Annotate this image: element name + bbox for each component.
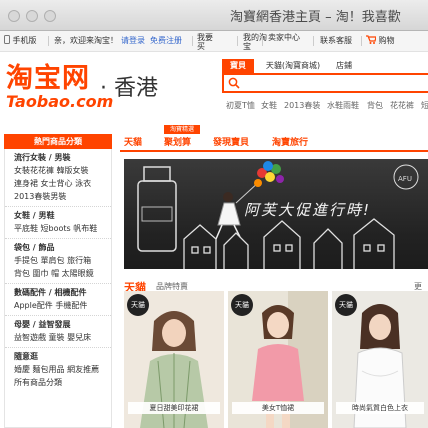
- support-link[interactable]: 联系客服: [320, 31, 352, 51]
- hot-keyword[interactable]: 花花裤: [390, 100, 414, 111]
- tmall-badge: 天貓: [127, 294, 149, 316]
- zoom-window-button[interactable]: [44, 10, 56, 22]
- seller-center-menu[interactable]: 卖家中心: [268, 33, 300, 42]
- category-group: 數碼配件 / 相機配件 Apple配件 手機配件: [5, 284, 111, 316]
- cart-link[interactable]: 购物: [366, 31, 395, 51]
- category-title[interactable]: 女鞋 / 男鞋: [14, 210, 111, 222]
- register-link[interactable]: 免费注册: [150, 31, 182, 51]
- taobao-logo[interactable]: 淘宝网 Taobao.com: [6, 64, 113, 110]
- category-links[interactable]: 益智遊戲 童裝 嬰兒床: [14, 331, 111, 344]
- category-title[interactable]: 數碼配件 / 相機配件: [14, 287, 111, 299]
- hot-keyword[interactable]: 初夏T恤: [226, 100, 255, 111]
- banner-text: 阿芙大促進行時!: [244, 201, 372, 219]
- category-title[interactable]: 袋包 / 飾品: [14, 242, 111, 254]
- buy-menu[interactable]: 我要买: [197, 33, 213, 51]
- cart-icon: [366, 35, 377, 44]
- close-window-button[interactable]: [8, 10, 20, 22]
- nav-tmall[interactable]: 天貓: [124, 135, 142, 148]
- login-link[interactable]: 请登录: [121, 31, 145, 51]
- site-top-bar: 手机版 亲，欢迎来淘宝！ 请登录 免费注册 我要买 我的淘宝 卖家中心 联系客服…: [0, 31, 428, 52]
- mobile-link-label: 手机版: [12, 36, 37, 45]
- category-links[interactable]: 所有商品分類: [14, 376, 111, 389]
- nav-juhuasuan[interactable]: 聚划算: [164, 135, 191, 148]
- search-input[interactable]: [222, 73, 428, 93]
- category-group: 隨意逛 婚慶 麵包用品 網友推薦 所有商品分類: [5, 348, 111, 392]
- product-card[interactable]: 天貓 夏日甜美印花裙: [124, 291, 224, 428]
- product-card[interactable]: 天貓 美女T恤裙: [228, 291, 328, 428]
- category-title[interactable]: 流行女裝 / 男裝: [14, 152, 111, 164]
- category-sidebar: 流行女裝 / 男裝 女裝花花褲 韓版女裝 連身裙 女士背心 泳衣 2013春裝男…: [4, 149, 112, 428]
- category-title[interactable]: 隨意逛: [14, 351, 111, 363]
- category-links[interactable]: 2013春裝男裝: [14, 190, 111, 203]
- search-tab-shops[interactable]: 店鋪: [330, 59, 358, 73]
- logo-chinese: 淘宝网: [6, 63, 90, 94]
- category-group: 袋包 / 飾品 手提包 單肩包 旅行箱 背包 圍巾 帽 太陽眼鏡: [5, 239, 111, 284]
- category-header: 熱門商品分類: [4, 134, 112, 149]
- tmall-badge: 天貓: [335, 294, 357, 316]
- minimize-window-button[interactable]: [26, 10, 38, 22]
- product-label: 夏日甜美印花裙: [128, 402, 220, 414]
- nav-travel[interactable]: 淘寶旅行: [272, 135, 308, 148]
- category-links[interactable]: 女裝花花褲 韓版女裝: [14, 164, 111, 177]
- hot-keyword[interactable]: 背包: [367, 100, 383, 111]
- logo-english: Taobao.com: [6, 92, 114, 111]
- tmall-badge: 天貓: [231, 294, 253, 316]
- hot-keyword[interactable]: 水鞋雨鞋: [327, 100, 359, 111]
- category-links[interactable]: 連身裙 女士背心 泳衣: [14, 177, 111, 190]
- search-icon: [228, 77, 240, 89]
- category-links[interactable]: Apple配件 手機配件: [14, 299, 111, 312]
- category-group: 母嬰 / 益智發展 益智遊戲 童裝 嬰兒床: [5, 316, 111, 348]
- svg-text:AFU: AFU: [398, 175, 412, 183]
- hot-keyword[interactable]: 2013春装: [284, 100, 320, 111]
- nav-discover[interactable]: 發現寶貝: [213, 135, 249, 148]
- window-titlebar: 淘寶網香港主頁 – 淘！我喜歡: [0, 0, 428, 31]
- window-title: 淘寶網香港主頁 – 淘！我喜歡: [230, 10, 401, 25]
- search-tab-items[interactable]: 寶貝: [222, 59, 254, 73]
- search-tab-tmall[interactable]: 天貓(淘寶商城): [258, 59, 328, 73]
- category-title[interactable]: 母嬰 / 益智發展: [14, 319, 111, 331]
- mobile-link[interactable]: 手机版: [4, 31, 37, 51]
- nav-divider: [120, 150, 428, 152]
- phone-icon: [4, 35, 10, 44]
- category-group: 流行女裝 / 男裝 女裝花花褲 韓版女裝 連身裙 女士背心 泳衣 2013春裝男…: [5, 149, 111, 207]
- hot-keyword[interactable]: 短: [421, 100, 428, 111]
- product-label: 美女T恤裙: [232, 402, 324, 414]
- cart-label: 购物: [378, 36, 395, 45]
- product-label: 時尚氣質白色上衣: [336, 402, 424, 414]
- promo-banner[interactable]: AFU 阿芙大促進行時!: [124, 159, 428, 269]
- category-links[interactable]: 婚慶 麵包用品 網友推薦: [14, 363, 111, 376]
- my-taobao-menu[interactable]: 我的淘宝: [243, 33, 267, 51]
- category-links[interactable]: 手提包 單肩包 旅行箱: [14, 254, 111, 267]
- product-card[interactable]: 天貓 時尚氣質白色上衣: [332, 291, 428, 428]
- nav-badge: 淘寶精選: [164, 125, 200, 134]
- category-links[interactable]: 平底鞋 短boots 帆布鞋: [14, 222, 111, 235]
- hot-keyword[interactable]: 女鞋: [261, 100, 277, 111]
- logo-region: · 香港: [100, 76, 158, 101]
- category-group: 女鞋 / 男鞋 平底鞋 短boots 帆布鞋: [5, 207, 111, 239]
- category-links[interactable]: 背包 圍巾 帽 太陽眼鏡: [14, 267, 111, 280]
- welcome-text: 亲，欢迎来淘宝！: [54, 36, 118, 45]
